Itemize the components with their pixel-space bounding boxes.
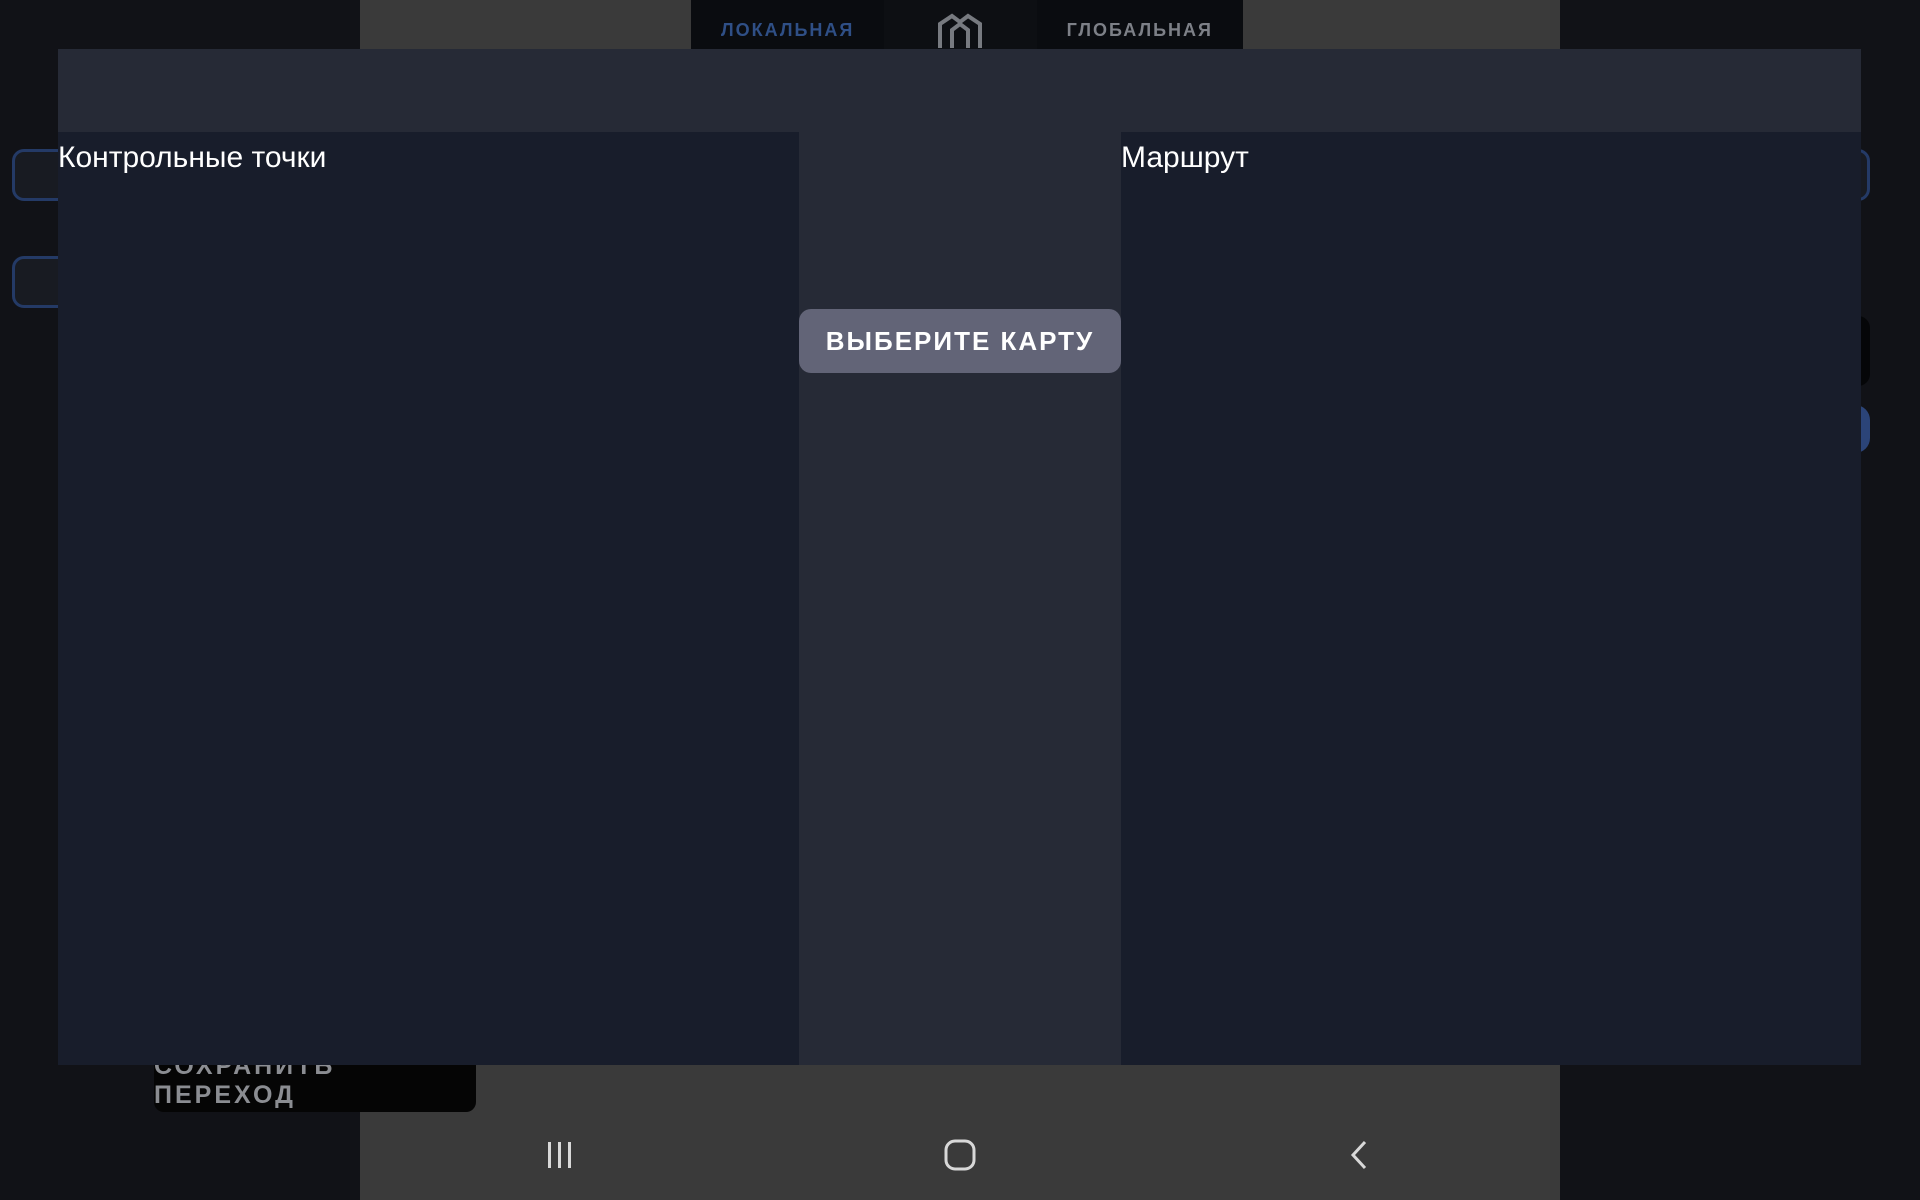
waypoints-panel: Контрольные точки [58, 132, 799, 1065]
recents-icon [548, 1142, 571, 1168]
back-button[interactable] [1320, 1125, 1400, 1185]
route-dialog: Контрольные точки ВЫБЕРИТЕ КАРТУ Маршрут [58, 49, 1861, 1065]
route-title: Маршрут [1121, 141, 1249, 174]
dialog-header [58, 49, 1861, 132]
recents-button[interactable] [520, 1125, 600, 1185]
screen: ЛОКАЛЬНАЯ ГЛОБАЛЬНАЯ СОХРАНИТЬ ПЕРЕХОД К… [0, 0, 1920, 1200]
home-button[interactable] [920, 1125, 1000, 1185]
select-map-button[interactable]: ВЫБЕРИТЕ КАРТУ [799, 309, 1121, 373]
waypoints-title: Контрольные точки [58, 141, 327, 174]
home-icon [944, 1139, 976, 1171]
back-icon [1350, 1140, 1367, 1170]
system-nav-bar [360, 1110, 1560, 1200]
route-panel: Маршрут [1121, 132, 1861, 1065]
